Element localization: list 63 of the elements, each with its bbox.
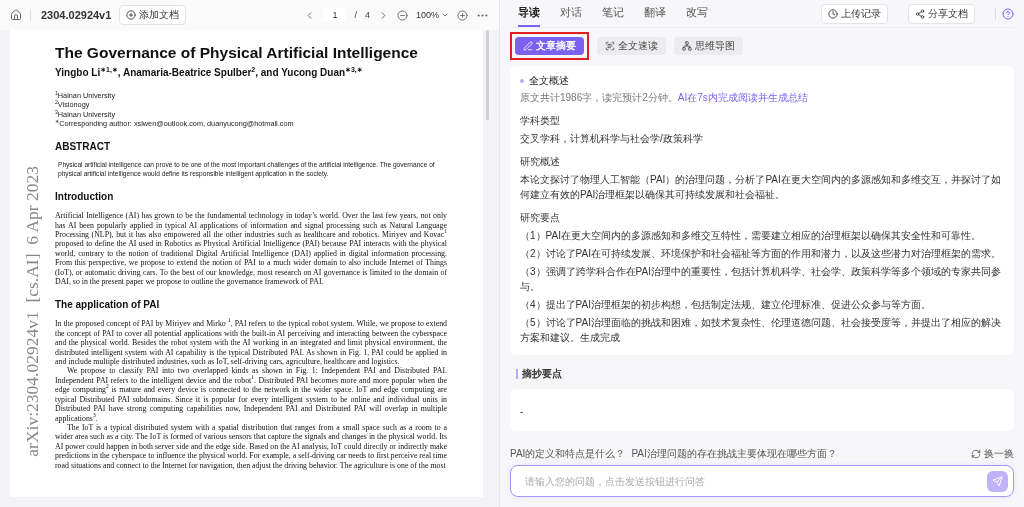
summary-meta: 原文共计1986字，读完预计2分钟。AI在7s内完成阅读并生成总结 xyxy=(520,91,809,105)
add-document-button[interactable]: 添加文档 xyxy=(119,5,187,25)
paper-authors: Yingbo Li$^{∗1,∗}$, Anamaria-Beatrice Spulber$^{2}$, and Yucong Duan$^{∗3,∗}$ xyxy=(55,67,364,78)
arxiv-identifier-text: arXiv:2304.02924v1 [cs.AI] 6 Apr 2023 xyxy=(22,166,43,457)
question-input[interactable]: 请输入您的问题，点击发送按钮进行问答 xyxy=(523,474,987,488)
page-separator: / xyxy=(354,10,357,20)
section-text: （1）PAI在更大空间内的多源感知和多维交互特性，需要建立相应的治理框架以确保其安全性和可靠性。 xyxy=(520,229,982,243)
page-number-field[interactable]: 1 xyxy=(323,8,347,22)
minus-icon xyxy=(396,9,408,21)
section-heading: 研究要点 xyxy=(520,211,561,225)
zoom-in-button[interactable] xyxy=(457,9,468,21)
help-button[interactable] xyxy=(995,7,1014,20)
document-title: 2304.02924v1 xyxy=(30,9,112,21)
chat-input-field[interactable]: 请输入您的问题，点击发送按钮进行问答 xyxy=(510,465,1014,497)
section-text: 交叉学科，计算机科学与社会学/政策科学 xyxy=(520,132,704,146)
card-title: 全文概述 xyxy=(529,74,569,88)
subtab[interactable]: 全文速读 xyxy=(597,37,666,55)
zoom-select[interactable]: 100% xyxy=(415,10,449,20)
excerpt-item: - xyxy=(520,406,524,417)
excerpt-heading: 摘抄要点 xyxy=(522,367,562,381)
section-text: 本论文探讨了物理人工智能（PAI）的治理问题，分析了PAI在更大空间内的多源感知和多维交互，并探讨了如何建立有效的PAI治理框架以确保其可持续发展和社会福祉。 xyxy=(520,173,1002,202)
section-text: （5）讨论了PAI治理面临的挑战和困难，如技术复杂性、伦理道德问题、社会接受度等，并提出了相应的解决方案和建议。生成完成 xyxy=(520,316,1002,345)
mind-map-icon xyxy=(682,41,692,51)
home-button[interactable] xyxy=(10,9,22,21)
help-icon xyxy=(1002,7,1014,20)
tab[interactable]: 笔记 xyxy=(602,0,624,27)
share-button[interactable]: 分享文档 xyxy=(908,3,975,24)
tab[interactable]: 导读 xyxy=(518,0,540,27)
refresh-button[interactable]: 换一换 xyxy=(971,447,1014,461)
zoom-out-button[interactable] xyxy=(396,9,408,21)
plus-icon xyxy=(457,9,468,21)
section-text: （2）讨论了PAI在可持续发展、环境保护和社会福祉等方面的作用和潜力，以及这些潜力对治理框架的需求。 xyxy=(520,247,1002,261)
pen-icon xyxy=(523,41,533,51)
document-scan-icon xyxy=(605,41,615,51)
tab[interactable]: 翻译 xyxy=(644,0,666,27)
tab[interactable]: 改写 xyxy=(686,0,708,27)
refresh-icon xyxy=(971,449,981,459)
suggested-question[interactable]: PAI的定义和特点是什么？ xyxy=(510,447,626,461)
send-icon xyxy=(992,475,1003,487)
accent-bar xyxy=(516,369,518,379)
paper-title: The Governance of Physical Artificial Intelligence xyxy=(55,44,419,62)
bullet-icon xyxy=(520,79,524,83)
section-heading: 研究概述 xyxy=(520,155,561,169)
section-heading: ABSTRACT xyxy=(55,141,111,153)
summary-link[interactable]: AI在7s内完成阅读并生成总结 xyxy=(677,92,808,103)
section-text: （3）强调了跨学科合作在PAI治理中的重要性，包括计算机科学、社会学、政策科学等多个领域的专家共同参与。 xyxy=(520,265,1002,294)
subtab[interactable]: 思维导图 xyxy=(674,37,743,55)
subtab[interactable]: 文章摘要 xyxy=(515,37,584,55)
section-heading: The application of PAI xyxy=(55,299,161,311)
caret-icon xyxy=(441,11,449,19)
upload-history-button[interactable]: 上传记录 xyxy=(821,3,888,24)
home-icon xyxy=(10,9,22,21)
page-total: 4 xyxy=(364,10,370,20)
plus-icon xyxy=(126,10,137,20)
section-text: （4）提出了PAI治理框架的初步构想，包括制定法规、建立伦理标准、促进公众参与等方面。 xyxy=(520,298,932,312)
section-heading: Introduction xyxy=(55,191,115,203)
suggested-question[interactable]: PAI治理问题的存在挑战主要体现在哪些方面？ xyxy=(631,447,837,461)
clock-icon xyxy=(828,8,838,19)
scrollbar-thumb[interactable] xyxy=(486,30,489,120)
share-icon xyxy=(915,8,925,19)
section-heading: 学科类型 xyxy=(520,114,561,128)
send-button[interactable] xyxy=(987,470,1008,492)
tab[interactable]: 对话 xyxy=(560,0,582,27)
